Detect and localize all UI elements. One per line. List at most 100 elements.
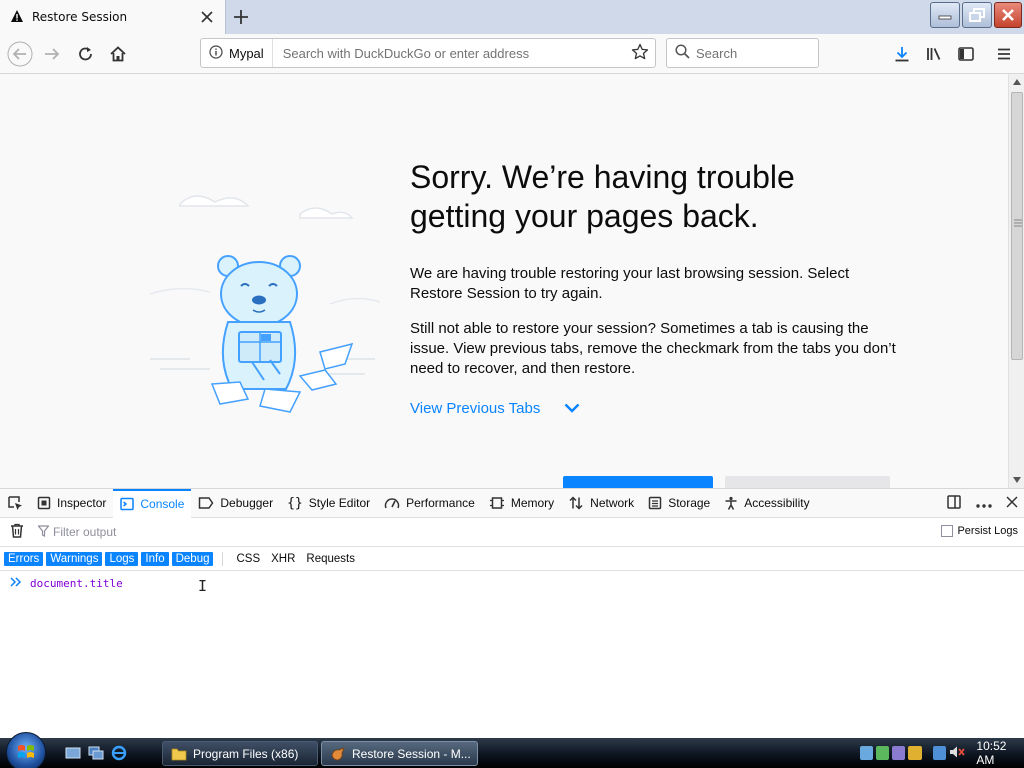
taskbar-item-restore-session[interactable]: Restore Session - M...	[321, 741, 478, 766]
persist-logs-label: Persist Logs	[957, 525, 1018, 537]
bookmark-star-icon[interactable]	[631, 43, 649, 64]
tab-network[interactable]: Network	[561, 489, 641, 518]
filter-errors[interactable]: Errors	[4, 551, 44, 566]
internet-explorer-icon[interactable]	[110, 744, 128, 762]
scrollbar-thumb[interactable]	[1011, 92, 1023, 360]
navigation-toolbar: Mypal	[0, 34, 1024, 74]
close-tab-icon[interactable]	[197, 7, 217, 27]
forward-button[interactable]	[38, 40, 66, 68]
filter-info[interactable]: Info	[141, 551, 169, 566]
close-window-button[interactable]	[994, 2, 1022, 28]
address-bar[interactable]: Mypal	[200, 38, 656, 68]
filter-logs[interactable]: Logs	[105, 551, 139, 566]
tab-restore-session[interactable]: Restore Session	[0, 0, 226, 34]
network-status-icon[interactable]	[933, 746, 947, 760]
filter-xhr[interactable]: XHR	[267, 553, 299, 565]
show-desktop-icon[interactable]	[64, 744, 82, 762]
tab-title: Restore Session	[32, 10, 128, 24]
memory-icon	[489, 497, 504, 509]
filter-warnings[interactable]: Warnings	[46, 551, 103, 566]
restore-description: We are having trouble restoring your las…	[410, 265, 850, 302]
tab-console[interactable]: Console	[113, 488, 192, 518]
info-icon	[209, 44, 223, 62]
volume-muted-icon[interactable]	[949, 745, 966, 762]
library-button[interactable]	[920, 40, 948, 68]
trash-icon[interactable]	[10, 523, 24, 541]
tab-inspector-label: Inspector	[57, 496, 107, 510]
view-previous-tabs-link[interactable]: View Previous Tabs	[410, 400, 580, 417]
start-button[interactable]	[6, 732, 46, 768]
minimize-button[interactable]	[930, 2, 960, 28]
search-bar[interactable]	[666, 38, 872, 68]
taskbar-item-label: Program Files (x86)	[193, 746, 299, 761]
chevron-down-icon	[564, 400, 580, 417]
reload-button[interactable]	[72, 40, 100, 68]
console-input-line[interactable]: document.title	[0, 572, 1024, 594]
clock[interactable]: 10:52 AM	[976, 739, 1024, 767]
home-button[interactable]	[104, 40, 132, 68]
view-previous-tabs-label: View Previous Tabs	[410, 400, 541, 417]
tab-style-editor[interactable]: {} Style Editor	[280, 489, 377, 518]
filter-divider	[222, 551, 224, 566]
persist-logs-option[interactable]: Persist Logs	[941, 525, 1018, 537]
tab-performance[interactable]: Performance	[377, 489, 482, 518]
tab-accessibility[interactable]: Accessibility	[717, 489, 816, 518]
warning-icon	[10, 9, 24, 26]
session-bear-illustration	[140, 184, 390, 427]
restore-session-button[interactable]	[563, 476, 713, 488]
taskbar-item-program-files[interactable]: Program Files (x86)	[162, 741, 318, 766]
tab-storage[interactable]: Storage	[641, 489, 717, 518]
address-input[interactable]	[272, 45, 631, 61]
scroll-up-icon[interactable]	[1013, 79, 1021, 85]
windows-logo-icon	[18, 745, 34, 758]
network-icon	[569, 496, 583, 510]
log-level-filters: Errors Warnings Logs Info Debug CSS XHR …	[0, 547, 1024, 571]
site-identity[interactable]: Mypal	[201, 39, 273, 67]
menu-button[interactable]	[990, 40, 1018, 68]
close-devtools-icon[interactable]	[1006, 496, 1018, 511]
tab-inspector[interactable]: Inspector	[30, 489, 113, 518]
accessibility-icon	[725, 496, 737, 510]
console-filter-bar: Persist Logs	[0, 518, 1024, 547]
filter-debug[interactable]: Debug	[171, 551, 214, 566]
start-new-session-button[interactable]	[725, 476, 890, 488]
tab-network-label: Network	[590, 496, 635, 510]
performance-icon	[384, 498, 400, 509]
filter-requests[interactable]: Requests	[302, 553, 359, 565]
network-tray-icon[interactable]	[860, 746, 874, 760]
system-tray: 10:52 AM	[854, 738, 1024, 768]
page-content: Sorry. We’re having trouble getting your…	[0, 74, 1008, 488]
page-title: Sorry. We’re having trouble getting your…	[410, 158, 930, 236]
taskbar: Program Files (x86) Restore Session - M.…	[0, 732, 1024, 768]
tray-app-icon[interactable]	[908, 746, 922, 760]
back-button[interactable]	[6, 40, 34, 68]
element-picker-button[interactable]	[0, 489, 30, 518]
scroll-down-icon[interactable]	[1013, 477, 1021, 483]
style-editor-icon: {}	[287, 495, 303, 511]
page-scrollbar[interactable]	[1008, 74, 1024, 488]
devtools-toolbar-right	[946, 489, 1018, 518]
tab-debugger[interactable]: Debugger	[191, 489, 280, 518]
search-input[interactable]	[690, 45, 872, 61]
tab-debugger-label: Debugger	[220, 496, 274, 510]
filter-output-input[interactable]	[53, 525, 253, 539]
dock-side-icon[interactable]	[946, 494, 962, 513]
mypal-browser-icon	[331, 746, 345, 760]
restore-button[interactable]	[962, 2, 992, 28]
more-options-icon[interactable]	[976, 497, 992, 511]
downloads-button[interactable]	[888, 40, 916, 68]
identity-label: Mypal	[229, 45, 264, 61]
sidebar-button[interactable]	[952, 40, 980, 68]
filter-css[interactable]: CSS	[232, 553, 264, 565]
inspector-icon	[37, 496, 51, 510]
persist-logs-checkbox[interactable]	[941, 525, 954, 537]
element-picker-icon	[8, 496, 22, 510]
tab-memory[interactable]: Memory	[482, 489, 561, 518]
storage-icon	[648, 496, 662, 510]
tray-app-icon[interactable]	[876, 746, 890, 760]
tab-storage-label: Storage	[668, 496, 711, 510]
switch-windows-icon[interactable]	[87, 744, 105, 762]
new-tab-button[interactable]	[228, 4, 254, 30]
tray-app-icon[interactable]	[892, 746, 906, 760]
console-input-text[interactable]: document.title	[30, 577, 123, 590]
